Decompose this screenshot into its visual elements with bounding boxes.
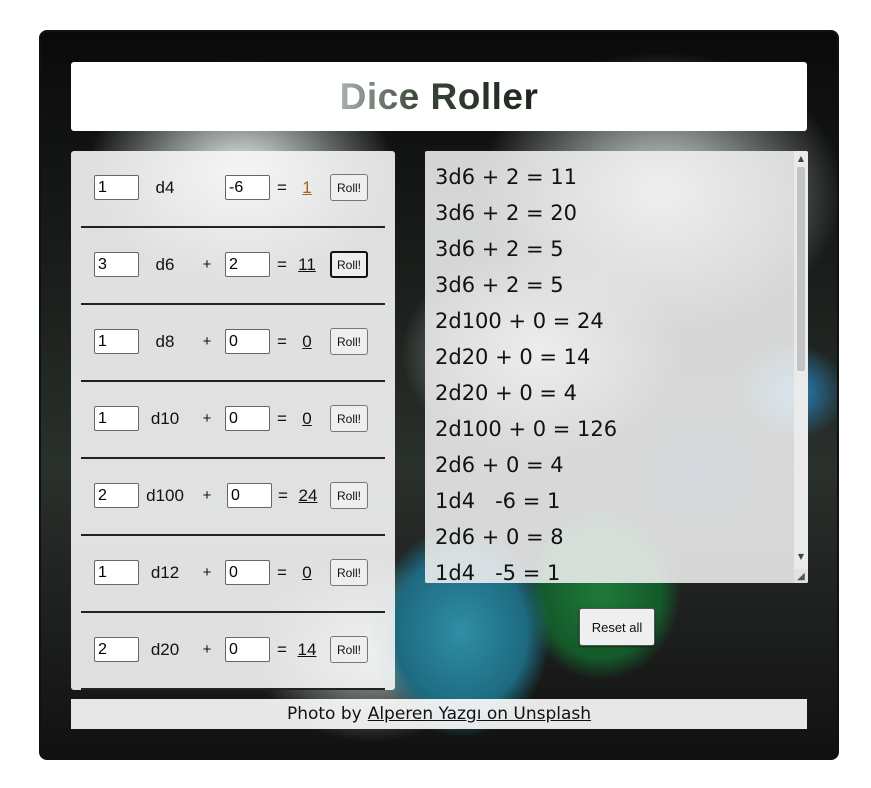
die-type-label: d4 bbox=[155, 177, 175, 197]
plus-sign: + bbox=[202, 333, 212, 350]
dice-count-input[interactable]: 3 bbox=[94, 252, 139, 277]
roll-result: 0 bbox=[302, 408, 312, 428]
dice-count-input[interactable]: 2 bbox=[94, 483, 139, 508]
plus-sign: + bbox=[202, 564, 212, 581]
roll-result: 24 bbox=[298, 485, 318, 505]
history-list: 3d6 + 2 = 11 3d6 + 2 = 20 3d6 + 2 = 5 3d… bbox=[435, 159, 794, 583]
roll-button[interactable]: Roll! bbox=[330, 405, 368, 432]
dice-row-d6: 3 d6 + 2 = 11 Roll! bbox=[81, 228, 385, 305]
equals-sign: = bbox=[277, 254, 287, 274]
history-item: 3d6 + 2 = 11 bbox=[435, 165, 578, 189]
resize-grip-icon[interactable]: ◢ bbox=[794, 569, 808, 583]
dice-panel: 1 d4 -6 = 1 Roll! 3 d6 + 2 = 11 Roll! 1 … bbox=[71, 151, 395, 690]
plus-sign: + bbox=[202, 487, 212, 504]
modifier-input[interactable]: 0 bbox=[225, 329, 270, 354]
plus-sign bbox=[197, 175, 217, 200]
roll-button[interactable]: Roll! bbox=[330, 174, 368, 201]
die-type-label: d8 bbox=[155, 331, 175, 351]
dice-count-input[interactable]: 1 bbox=[94, 560, 139, 585]
scroll-down-arrow-icon[interactable]: ▼ bbox=[794, 549, 808, 563]
dice-row-d10: 1 d10 + 0 = 0 Roll! bbox=[81, 382, 385, 459]
title-banner: Dice Roller bbox=[71, 62, 807, 131]
plus-sign: + bbox=[202, 256, 212, 273]
history-item: 2d6 + 0 = 8 bbox=[435, 525, 564, 549]
roll-result: 0 bbox=[302, 331, 312, 351]
page-title: Dice Roller bbox=[339, 75, 539, 117]
dice-count-input[interactable]: 2 bbox=[94, 637, 139, 662]
dice-row-d8: 1 d8 + 0 = 0 Roll! bbox=[81, 305, 385, 382]
modifier-input[interactable]: 0 bbox=[225, 406, 270, 431]
history-item: 2d20 + 0 = 4 bbox=[435, 381, 578, 405]
dice-count-input[interactable]: 1 bbox=[94, 406, 139, 431]
roll-result: 14 bbox=[297, 639, 317, 659]
history-item: 2d100 + 0 = 24 bbox=[435, 309, 604, 333]
equals-sign: = bbox=[277, 408, 287, 428]
roll-result: 1 bbox=[302, 177, 312, 197]
roll-button[interactable]: Roll! bbox=[330, 482, 368, 509]
roll-result: 11 bbox=[298, 254, 316, 274]
dice-count-input[interactable]: 1 bbox=[94, 329, 139, 354]
roll-result: 0 bbox=[302, 562, 312, 582]
equals-sign: = bbox=[277, 639, 287, 659]
modifier-input[interactable]: 0 bbox=[225, 560, 270, 585]
plus-sign: + bbox=[202, 641, 212, 658]
credit-prefix: Photo by bbox=[286, 704, 362, 724]
reset-all-button[interactable]: Reset all bbox=[579, 608, 655, 646]
roll-button[interactable]: Roll! bbox=[330, 251, 368, 278]
equals-sign: = bbox=[278, 485, 288, 505]
roll-history-textarea[interactable]: 3d6 + 2 = 11 3d6 + 2 = 20 3d6 + 2 = 5 3d… bbox=[425, 151, 808, 583]
history-scrollbar[interactable]: ▲ ▼ bbox=[794, 151, 808, 583]
equals-sign: = bbox=[277, 331, 287, 351]
history-item: 2d100 + 0 = 126 bbox=[435, 417, 618, 441]
modifier-input[interactable]: 0 bbox=[227, 483, 272, 508]
scroll-thumb[interactable] bbox=[797, 167, 805, 371]
dice-row-d100: 2 d100 + 0 = 24 Roll! bbox=[81, 459, 385, 536]
modifier-input[interactable]: 2 bbox=[225, 252, 270, 277]
roll-button[interactable]: Roll! bbox=[330, 328, 368, 355]
photo-credit: Photo by Alperen Yazgı on Unsplash bbox=[71, 699, 807, 729]
die-type-label: d20 bbox=[150, 639, 180, 659]
dice-row-d20: 2 d20 + 0 = 14 Roll! bbox=[81, 613, 385, 690]
die-type-label: d100 bbox=[146, 485, 184, 505]
roll-button[interactable]: Roll! bbox=[330, 559, 368, 586]
photographer-link[interactable]: Alperen Yazgı on Unsplash bbox=[368, 704, 591, 724]
history-item: 1d4 -5 = 1 bbox=[435, 561, 561, 583]
dice-row-d4: 1 d4 -6 = 1 Roll! bbox=[81, 151, 385, 228]
app-frame: Dice Roller 1 d4 -6 = 1 Roll! 3 d6 + 2 =… bbox=[39, 30, 839, 760]
roll-button[interactable]: Roll! bbox=[330, 636, 368, 663]
dice-row-d12: 1 d12 + 0 = 0 Roll! bbox=[81, 536, 385, 613]
dice-count-input[interactable]: 1 bbox=[94, 175, 139, 200]
history-item: 1d4 -6 = 1 bbox=[435, 489, 561, 513]
plus-sign: + bbox=[202, 410, 212, 427]
history-item: 3d6 + 2 = 5 bbox=[435, 237, 564, 261]
history-item: 3d6 + 2 = 5 bbox=[435, 273, 564, 297]
die-type-label: d12 bbox=[150, 562, 180, 582]
history-item: 2d20 + 0 = 14 bbox=[435, 345, 591, 369]
modifier-input[interactable]: -6 bbox=[225, 175, 270, 200]
equals-sign: = bbox=[277, 177, 287, 197]
equals-sign: = bbox=[277, 562, 287, 582]
history-item: 3d6 + 2 = 20 bbox=[435, 201, 578, 225]
die-type-label: d6 bbox=[155, 254, 175, 274]
history-item: 2d6 + 0 = 4 bbox=[435, 453, 564, 477]
die-type-label: d10 bbox=[150, 408, 180, 428]
scroll-up-arrow-icon[interactable]: ▲ bbox=[794, 151, 808, 165]
modifier-input[interactable]: 0 bbox=[225, 637, 270, 662]
